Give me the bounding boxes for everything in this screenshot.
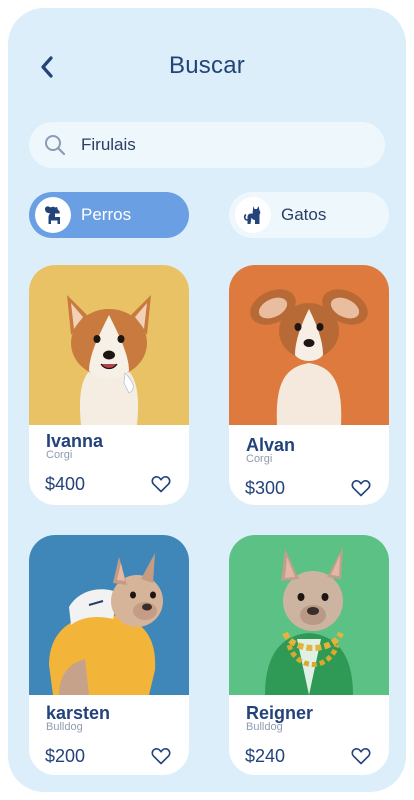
- search-bar[interactable]: [29, 122, 385, 168]
- pet-photo: [229, 265, 389, 425]
- heart-icon[interactable]: [151, 475, 171, 493]
- heart-icon[interactable]: [151, 747, 171, 765]
- search-icon: [43, 133, 67, 157]
- pet-breed: Corgi: [46, 449, 73, 461]
- dog-icon: [35, 197, 71, 233]
- pet-card[interactable]: Reigner Bulldog $240: [229, 535, 389, 775]
- page-title: Buscar: [169, 52, 245, 79]
- pet-price: $200: [45, 746, 86, 766]
- heart-icon[interactable]: [351, 479, 371, 497]
- pet-price: $300: [245, 478, 286, 498]
- pet-photo: [29, 535, 189, 695]
- pet-card[interactable]: Ivanna Corgi $400: [29, 265, 189, 505]
- pet-price: $400: [45, 474, 86, 494]
- category-gatos[interactable]: Gatos: [229, 192, 389, 238]
- pet-photo: [229, 535, 389, 695]
- category-label: Perros: [81, 205, 132, 224]
- heart-icon[interactable]: [351, 747, 371, 765]
- pet-breed: Bulldog: [246, 721, 283, 733]
- search-input[interactable]: [81, 135, 341, 155]
- pet-breed: Corgi: [246, 453, 273, 465]
- pet-photo: [29, 265, 189, 425]
- pet-card[interactable]: karsten Bulldog $200: [29, 535, 189, 775]
- category-label: Gatos: [281, 205, 327, 224]
- app-screen: Buscar Perros Gatos: [8, 8, 406, 792]
- category-perros[interactable]: Perros: [29, 192, 189, 238]
- pet-card[interactable]: Alvan Corgi $300: [229, 265, 389, 505]
- cat-icon: [235, 197, 271, 233]
- pet-breed: Bulldog: [46, 721, 83, 733]
- pet-price: $240: [245, 746, 286, 766]
